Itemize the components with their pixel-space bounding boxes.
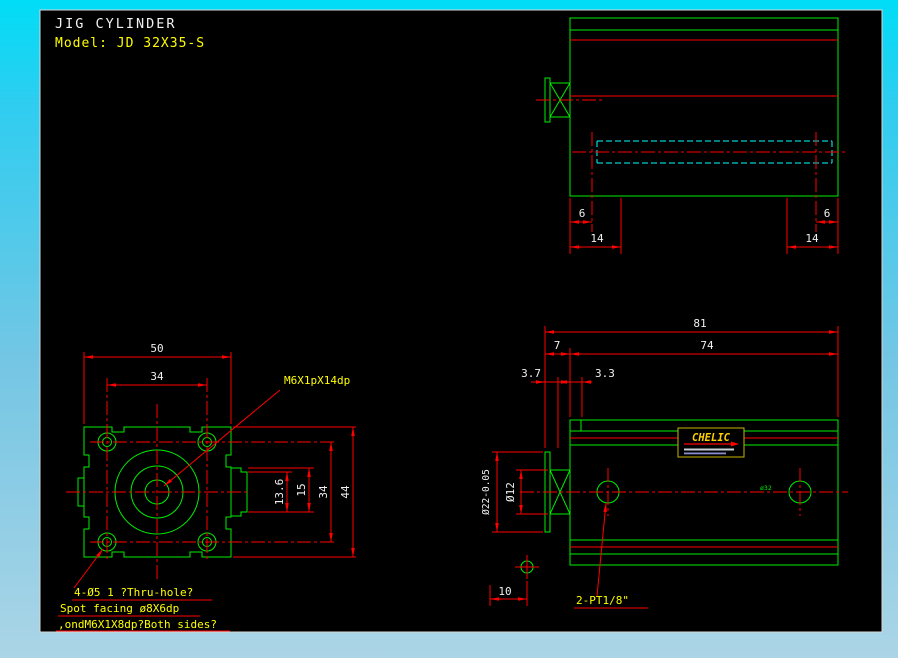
dim-14-left: 14 (590, 232, 604, 245)
dim-boss-dia: Ø22-0.05 (481, 469, 492, 515)
dim-6-left: 6 (579, 207, 586, 220)
dim-rod-dia: Ø12 (504, 482, 517, 502)
logo-fine-print-bar (684, 449, 734, 451)
thread-callout: M6X1pX14dp (284, 374, 350, 387)
dim-15: 15 (295, 483, 308, 496)
drawing-title: JIG CYLINDER (55, 16, 177, 32)
note-line-2: Spot facing ø8X6dp (60, 602, 179, 615)
model-label: Model: JD 32X35-S (55, 36, 205, 51)
chelic-logo: CHELIC (678, 428, 744, 457)
drawing-canvas[interactable] (40, 10, 882, 632)
dim-34-right: 34 (317, 485, 330, 499)
dim-7: 7 (554, 339, 561, 352)
dim-14-right: 14 (805, 232, 819, 245)
dim-74: 74 (700, 339, 714, 352)
bore-label: ø32 (760, 484, 772, 492)
dim-3-3: 3.3 (595, 367, 615, 380)
chelic-logo-text: CHELIC (692, 432, 731, 444)
dim-34-top: 34 (150, 370, 164, 383)
dim-10: 10 (498, 585, 511, 598)
port-callout: 2-PT1/8" (576, 594, 629, 607)
note-line-1: 4-Ø5 1 ?Thru-hole? (74, 586, 193, 599)
dim-50: 50 (150, 342, 163, 355)
dim-44: 44 (339, 485, 352, 499)
dim-6-right: 6 (824, 207, 831, 220)
cad-viewer-window: JIG CYLINDER Model: JD 32X35-S (0, 0, 898, 658)
dim-3-7: 3.7 (521, 367, 541, 380)
dim-13-6: 13.6 (273, 479, 286, 506)
dim-81: 81 (693, 317, 706, 330)
logo-fine-print-bar (684, 453, 726, 455)
note-line-3: ,ondM6X1X8dp?Both sides? (58, 618, 217, 631)
